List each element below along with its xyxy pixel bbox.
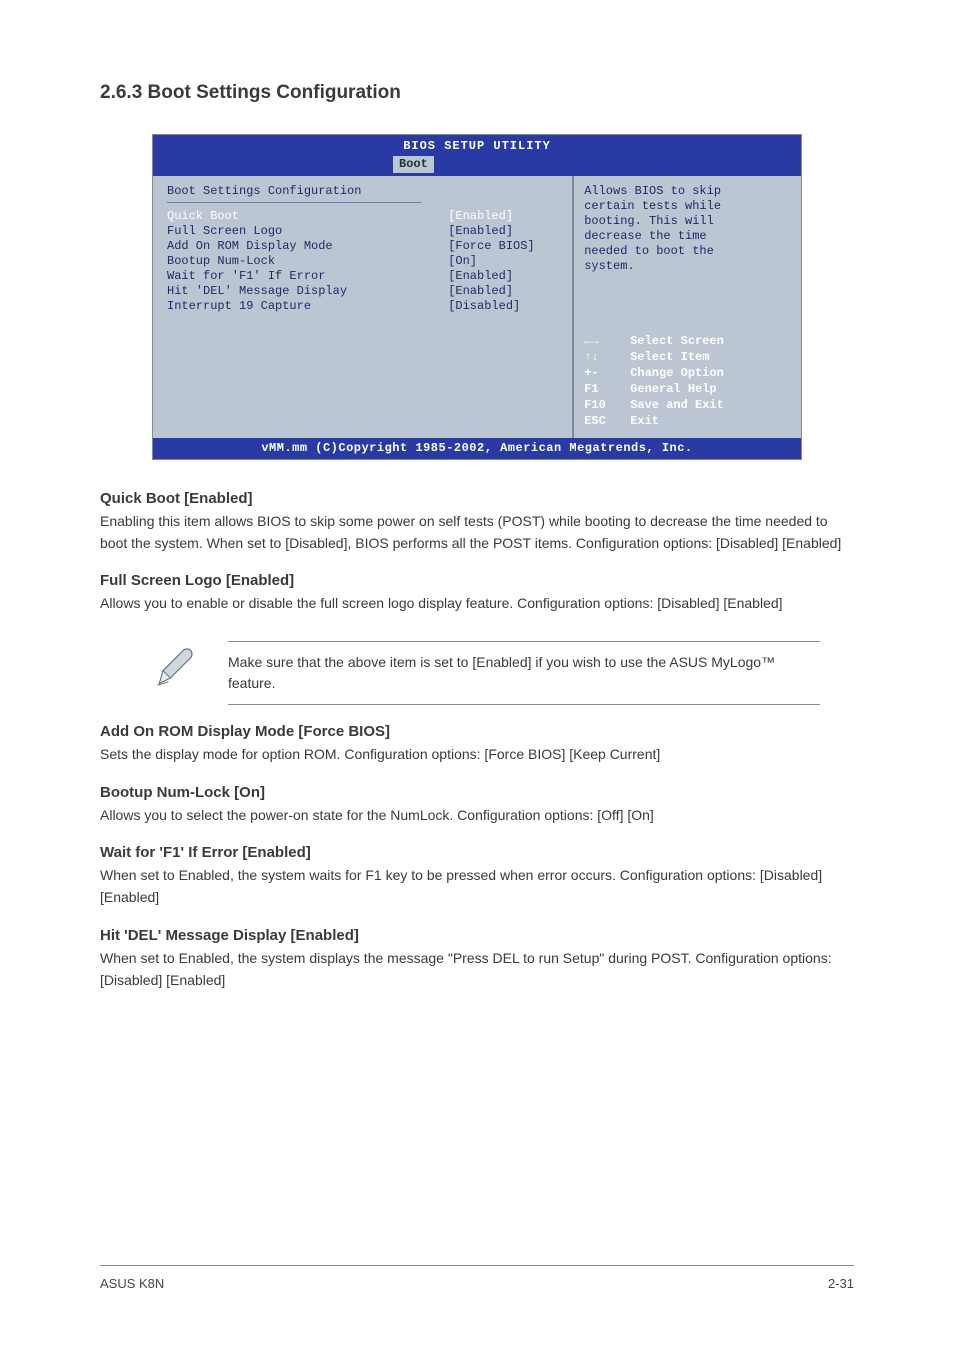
bios-help-line: certain tests while	[584, 199, 791, 214]
bios-help-text: Allows BIOS to skipcertain tests whilebo…	[584, 184, 791, 274]
pen-icon	[150, 641, 200, 691]
option-body: Allows you to enable or disable the full…	[100, 593, 854, 615]
bios-setting-label: Full Screen Logo	[167, 224, 448, 239]
bios-setting-row: Quick Boot[Enabled]	[167, 209, 558, 224]
bios-nav-row: ←→ Select Screen	[584, 334, 791, 349]
bios-nav-desc: Select Screen	[630, 334, 724, 349]
bios-setting-value: [Enabled]	[448, 284, 558, 299]
bios-help-line: system.	[584, 259, 791, 274]
option-body: Sets the display mode for option ROM. Co…	[100, 744, 854, 766]
note-text: Make sure that the above item is set to …	[228, 641, 820, 705]
bios-nav-desc: Save and Exit	[630, 398, 724, 413]
bios-nav-key: F10	[584, 398, 620, 413]
bios-panel-heading: Boot Settings Configuration	[167, 184, 558, 199]
bios-setting-value: [On]	[448, 254, 558, 269]
bios-nav-key: ↑↓	[584, 350, 620, 365]
bios-nav-desc: Select Item	[630, 350, 709, 365]
bios-setting-value: [Enabled]	[448, 269, 558, 284]
option-heading: Add On ROM Display Mode [Force BIOS]	[100, 723, 854, 740]
page-footer: ASUS K8N 2-31	[100, 1265, 854, 1291]
bios-rule	[167, 202, 421, 203]
option-body: Enabling this item allows BIOS to skip s…	[100, 511, 854, 554]
bios-setting-row: Interrupt 19 Capture[Disabled]	[167, 299, 558, 314]
section-title: 2.6.3 Boot Settings Configuration	[100, 82, 854, 104]
bios-tab-row: Boot	[153, 156, 801, 176]
bios-nav-key: ←→	[584, 334, 620, 349]
bios-nav-keys: ←→ Select Screen ↑↓ Select Item +- Change Opt…	[584, 334, 791, 430]
bios-tab-boot: Boot	[393, 156, 434, 173]
bios-setting-row: Wait for 'F1' If Error[Enabled]	[167, 269, 558, 284]
bios-help-line: booting. This will	[584, 214, 791, 229]
bios-nav-row: ESC Exit	[584, 414, 791, 429]
footer-left: ASUS K8N	[100, 1276, 164, 1291]
bios-setting-value: [Force BIOS]	[448, 239, 558, 254]
option-heading: Hit 'DEL' Message Display [Enabled]	[100, 927, 854, 944]
bios-setting-label: Bootup Num-Lock	[167, 254, 448, 269]
option-body: Allows you to select the power-on state …	[100, 805, 854, 827]
bios-setting-label: Add On ROM Display Mode	[167, 239, 448, 254]
bios-setting-row: Bootup Num-Lock[On]	[167, 254, 558, 269]
option-heading: Full Screen Logo [Enabled]	[100, 572, 854, 589]
bios-nav-desc: General Help	[630, 382, 716, 397]
bios-setting-label: Wait for 'F1' If Error	[167, 269, 448, 284]
footer-right: 2-31	[828, 1276, 854, 1291]
bios-help-line: decrease the time	[584, 229, 791, 244]
bios-setting-value: [Enabled]	[448, 224, 558, 239]
bios-nav-key: F1	[584, 382, 620, 397]
bios-setting-row: Hit 'DEL' Message Display[Enabled]	[167, 284, 558, 299]
bios-setting-value: [Enabled]	[448, 209, 558, 224]
bios-nav-desc: Change Option	[630, 366, 724, 381]
bios-nav-row: ↑↓ Select Item	[584, 350, 791, 365]
option-body: When set to Enabled, the system waits fo…	[100, 865, 854, 908]
bios-nav-row: F10 Save and Exit	[584, 398, 791, 413]
option-heading: Quick Boot [Enabled]	[100, 490, 854, 507]
bios-setting-label: Interrupt 19 Capture	[167, 299, 448, 314]
option-body: When set to Enabled, the system displays…	[100, 948, 854, 991]
bios-screenshot: BIOS SETUP UTILITY Boot Boot Settings Co…	[152, 134, 802, 460]
note-block: Make sure that the above item is set to …	[150, 641, 820, 705]
bios-help-line: needed to boot the	[584, 244, 791, 259]
bios-setting-row: Full Screen Logo[Enabled]	[167, 224, 558, 239]
bios-nav-key: +-	[584, 366, 620, 381]
bios-nav-desc: Exit	[630, 414, 659, 429]
option-heading: Wait for 'F1' If Error [Enabled]	[100, 844, 854, 861]
bios-nav-row: F1 General Help	[584, 382, 791, 397]
bios-setting-row: Add On ROM Display Mode[Force BIOS]	[167, 239, 558, 254]
option-heading: Bootup Num-Lock [On]	[100, 784, 854, 801]
bios-setting-label: Quick Boot	[167, 209, 448, 224]
bios-left-panel: Boot Settings Configuration Quick Boot[E…	[153, 176, 574, 438]
bios-footer: vMM.mm (C)Copyright 1985-2002, American …	[153, 438, 801, 459]
bios-nav-key: ESC	[584, 414, 620, 429]
bios-title: BIOS SETUP UTILITY	[153, 135, 801, 156]
bios-nav-row: +- Change Option	[584, 366, 791, 381]
bios-setting-value: [Disabled]	[448, 299, 558, 314]
bios-setting-label: Hit 'DEL' Message Display	[167, 284, 448, 299]
bios-help-line: Allows BIOS to skip	[584, 184, 791, 199]
bios-right-panel: Allows BIOS to skipcertain tests whilebo…	[574, 176, 801, 438]
